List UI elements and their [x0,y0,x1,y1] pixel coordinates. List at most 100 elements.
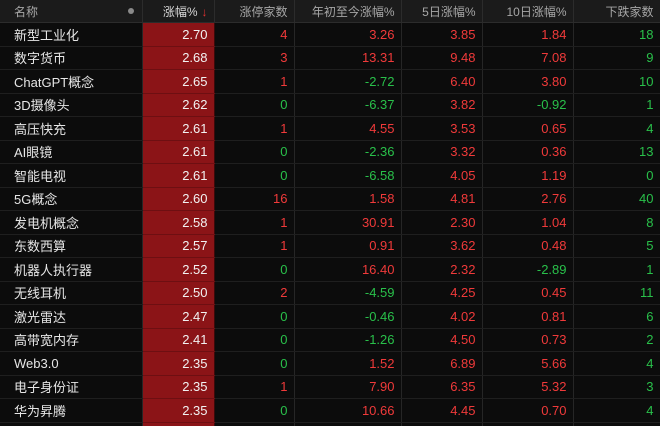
cell-10d: 0.48 [482,234,574,258]
table-row[interactable]: 5G概念 2.60 16 1.58 4.81 2.76 40 [0,187,660,211]
cell-down-count: 4 [573,422,660,426]
cell-5d: 2.66 [401,422,483,426]
cell-change: 2.61 [142,163,215,188]
cell-5d: 4.45 [401,398,483,423]
cell-limit-up: 16 [214,187,295,211]
cell-name: 华为昇腾 [0,398,143,423]
cell-ytd: 0.91 [294,234,402,258]
cell-name: 无线耳机 [0,281,143,305]
cell-change: 2.35 [142,351,215,376]
cell-5d: 6.89 [401,351,483,376]
column-header-ytd[interactable]: 年初至今涨幅% [294,0,402,23]
cell-10d: 0.73 [482,328,574,352]
table-row[interactable]: 蓝宝石2.310-3.642.66-0.074 [0,422,660,426]
table-row[interactable]: 新型工业化 2.70 4 3.26 3.85 1.84 18 [0,22,660,47]
cell-name: 激光雷达 [0,304,143,329]
table-row[interactable]: AI眼镜 2.61 0 -2.36 3.32 0.36 13 [0,140,660,164]
cell-down-count: 4 [573,116,660,141]
cell-limit-up: 0 [214,328,295,352]
cell-down-count: 2 [573,328,660,352]
cell-name: 机器人执行器 [0,257,143,282]
sector-table: 名称 涨幅% ↓ 涨停家数 年初至今涨幅% 5日涨幅% 10日涨幅% 下跌家数 新… [0,0,660,426]
table-row[interactable]: 高压快充 2.61 1 4.55 3.53 0.65 4 [0,116,660,141]
column-header-limit-up[interactable]: 涨停家数 [214,0,295,23]
cell-ytd: -1.26 [294,328,402,352]
cell-change: 2.47 [142,304,215,329]
cell-ytd: 1.58 [294,187,402,211]
cell-ytd: 7.90 [294,375,402,399]
cell-down-count: 6 [573,304,660,329]
table-body: 新型工业化 2.70 4 3.26 3.85 1.84 18 数字货币 2.68 3 13.31 9.… [0,22,660,426]
column-header-10d[interactable]: 10日涨幅% [482,0,574,23]
cell-5d: 3.32 [401,140,483,164]
cell-limit-up: 1 [214,69,295,94]
cell-5d: 2.30 [401,210,483,235]
cell-change: 2.68 [142,46,215,70]
table-row[interactable]: 智能电视 2.61 0 -6.58 4.05 1.19 0 [0,163,660,188]
cell-change: 2.50 [142,281,215,305]
cell-ytd: -6.37 [294,93,402,117]
cell-name: 智能电视 [0,163,143,188]
cell-ytd: -0.46 [294,304,402,329]
cell-5d: 4.81 [401,187,483,211]
table-row[interactable]: Web3.0 2.35 0 1.52 6.89 5.66 4 [0,351,660,376]
cell-10d: -2.89 [482,257,574,282]
cell-5d: 9.48 [401,46,483,70]
table-row[interactable]: 机器人执行器 2.52 0 16.40 2.32 -2.89 1 [0,257,660,282]
cell-down-count: 0 [573,163,660,188]
table-row[interactable]: 电子身份证 2.35 1 7.90 6.35 5.32 3 [0,375,660,399]
table-row[interactable]: 东数西算 2.57 1 0.91 3.62 0.48 5 [0,234,660,258]
cell-ytd: 16.40 [294,257,402,282]
column-header-change[interactable]: 涨幅% ↓ [142,0,215,23]
cell-change: 2.62 [142,93,215,117]
cell-ytd: -4.59 [294,281,402,305]
cell-change: 2.35 [142,398,215,423]
cell-5d: 3.85 [401,22,483,47]
cell-limit-up: 1 [214,234,295,258]
cell-ytd: 10.66 [294,398,402,423]
table-row[interactable]: 数字货币 2.68 3 13.31 9.48 7.08 9 [0,46,660,70]
cell-limit-up: 2 [214,281,295,305]
cell-10d: 0.36 [482,140,574,164]
table-row[interactable]: 高带宽内存 2.41 0 -1.26 4.50 0.73 2 [0,328,660,352]
cell-name: 5G概念 [0,187,143,211]
cell-limit-up: 0 [214,257,295,282]
cell-name: 东数西算 [0,234,143,258]
cell-10d: 0.45 [482,281,574,305]
cell-change: 2.35 [142,375,215,399]
cell-down-count: 13 [573,140,660,164]
cell-name: 高带宽内存 [0,328,143,352]
table-row[interactable]: 发电机概念 2.58 1 30.91 2.30 1.04 8 [0,210,660,235]
cell-down-count: 10 [573,69,660,94]
cell-ytd: -6.58 [294,163,402,188]
cell-10d: 1.19 [482,163,574,188]
cell-ytd: 3.26 [294,22,402,47]
cell-down-count: 5 [573,234,660,258]
table-row[interactable]: 无线耳机 2.50 2 -4.59 4.25 0.45 11 [0,281,660,305]
cell-change: 2.31 [142,422,215,426]
table-row[interactable]: 3D摄像头 2.62 0 -6.37 3.82 -0.92 1 [0,93,660,117]
column-settings-dot-icon[interactable] [127,8,134,14]
cell-limit-up: 0 [214,163,295,188]
cell-name: 数字货币 [0,46,143,70]
cell-10d: 7.08 [482,46,574,70]
cell-change: 2.61 [142,116,215,141]
cell-10d: 1.04 [482,210,574,235]
column-header-5d[interactable]: 5日涨幅% [401,0,483,23]
column-header-down-count[interactable]: 下跌家数 [573,0,660,23]
cell-name: ChatGPT概念 [0,69,143,94]
column-header-name[interactable]: 名称 [0,0,143,23]
cell-down-count: 40 [573,187,660,211]
cell-10d: 5.66 [482,351,574,376]
cell-limit-up: 0 [214,398,295,423]
sector-ranking-grid: 名称 涨幅% ↓ 涨停家数 年初至今涨幅% 5日涨幅% 10日涨幅% 下跌家数 新… [0,0,660,426]
table-row[interactable]: ChatGPT概念 2.65 1 -2.72 6.40 3.80 10 [0,69,660,94]
cell-ytd: -2.72 [294,69,402,94]
table-row[interactable]: 华为昇腾 2.35 0 10.66 4.45 0.70 4 [0,398,660,423]
cell-down-count: 3 [573,375,660,399]
cell-10d: 3.80 [482,69,574,94]
table-row[interactable]: 激光雷达 2.47 0 -0.46 4.02 0.81 6 [0,304,660,329]
cell-10d: 0.65 [482,116,574,141]
cell-10d: 2.76 [482,187,574,211]
cell-change: 2.70 [142,22,215,47]
